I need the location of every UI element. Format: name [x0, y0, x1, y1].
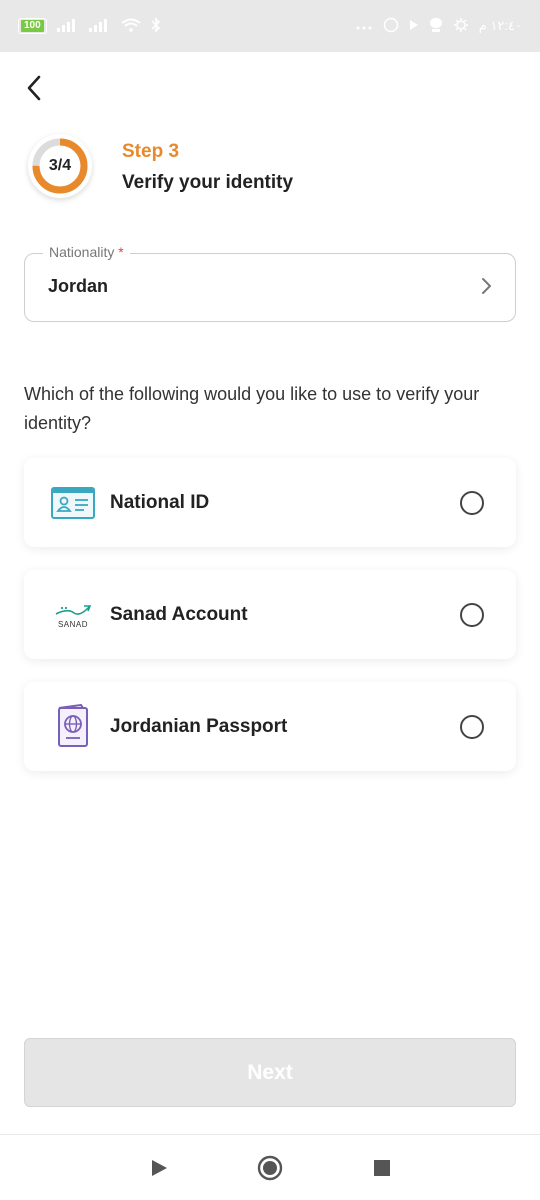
play-triangle-icon — [152, 1160, 167, 1176]
home-circle-icon — [257, 1155, 283, 1181]
option-national-id[interactable]: National ID — [24, 458, 516, 547]
nav-back-button[interactable] — [146, 1155, 172, 1181]
clock-time: ١٢:٤٠ م — [478, 18, 522, 33]
status-bar-right: ١٢:٤٠ م — [355, 17, 522, 36]
app-notification-icon — [429, 17, 443, 36]
settings-icon — [453, 17, 469, 36]
option-sanad-account[interactable]: SANAD Sanad Account — [24, 570, 516, 659]
back-arrow-icon — [27, 75, 41, 101]
status-bar-left: 100 — [18, 16, 161, 36]
square-icon — [374, 1160, 390, 1176]
nationality-field[interactable]: Nationality * Jordan — [24, 244, 516, 322]
nationality-value: Jordan — [48, 276, 109, 296]
step-progress-ring: 3/4 — [28, 134, 92, 198]
option-label: Sanad Account — [110, 604, 248, 625]
radio-button[interactable] — [460, 491, 484, 515]
wifi-icon — [121, 18, 141, 35]
more-notifications-icon — [355, 19, 373, 34]
battery-icon: 100 — [18, 18, 47, 34]
sanad-logo: SANAD — [50, 592, 96, 638]
passport-icon — [50, 704, 96, 750]
battery-level: 100 — [21, 20, 44, 32]
required-mark: * — [118, 244, 124, 260]
radio-button[interactable] — [460, 603, 484, 627]
notification-icon — [383, 17, 399, 36]
play-store-icon — [409, 19, 419, 34]
nationality-label: Nationality * — [43, 244, 130, 260]
next-button[interactable]: Next — [24, 1038, 516, 1107]
chevron-right-icon — [481, 276, 493, 301]
signal-icon — [56, 18, 79, 35]
signal-icon-2 — [88, 18, 111, 35]
back-button[interactable] — [16, 70, 52, 106]
verification-question: Which of the following would you like to… — [24, 384, 480, 433]
option-label: National ID — [110, 492, 210, 513]
step-title: Verify your identity — [122, 172, 294, 193]
step-label: Step 3 — [122, 141, 180, 162]
nationality-label-text: Nationality — [49, 244, 115, 260]
id-card-icon — [50, 480, 96, 526]
bluetooth-icon — [151, 16, 161, 36]
nav-home-button[interactable] — [257, 1155, 283, 1181]
option-label: Jordanian Passport — [110, 716, 288, 737]
system-nav-bar — [0, 1134, 540, 1200]
option-jordanian-passport[interactable]: Jordanian Passport — [24, 682, 516, 771]
sanad-logo-text: SANAD — [57, 619, 89, 629]
nav-recents-button[interactable] — [369, 1155, 395, 1181]
radio-button[interactable] — [460, 715, 484, 739]
status-bar: 100 ١٢:٤٠ م — [0, 0, 540, 52]
step-counter: 3/4 — [48, 157, 72, 174]
